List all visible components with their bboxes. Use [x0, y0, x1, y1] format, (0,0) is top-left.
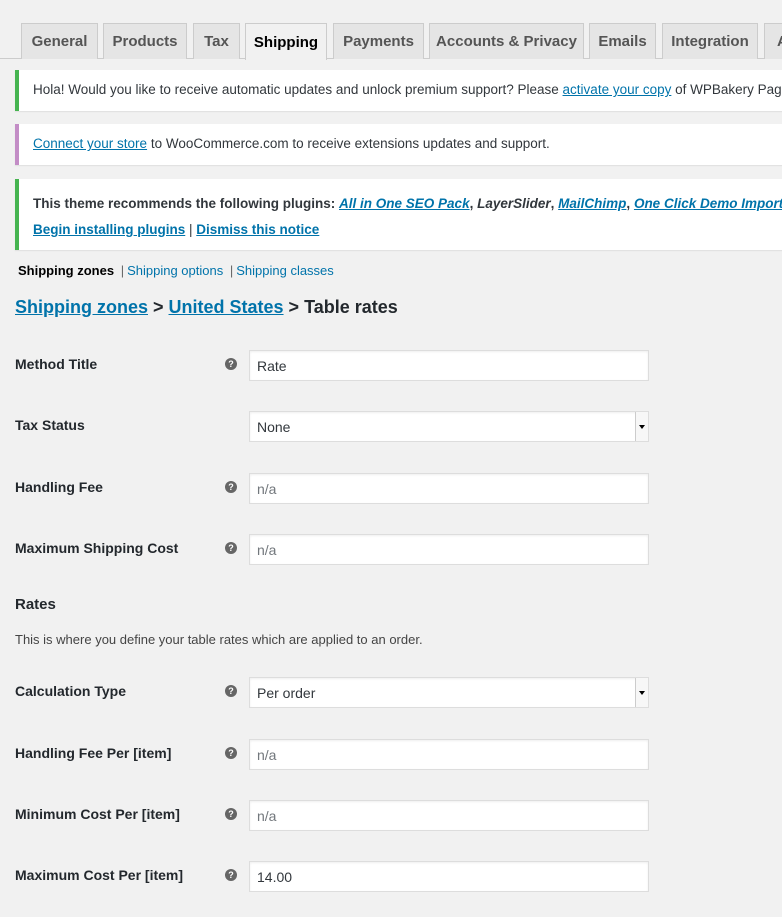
woocommerce-notice: Connect your store to WooCommerce.com to… [15, 124, 782, 165]
max-cost-per-item-label: Maximum Cost Per [item] [15, 867, 184, 883]
tax-status-label: Tax Status [15, 417, 85, 433]
max-cost-per-item-input[interactable]: 14.00 [249, 861, 649, 892]
method-title-label: Method Title [15, 356, 98, 372]
connect-store-link[interactable]: Connect your store [33, 136, 147, 151]
actions-divider: | [185, 222, 197, 237]
shipping-subnav: Shipping zones | Shipping options | Shippi… [18, 263, 334, 278]
plugin-link-one-click-demo-import[interactable]: One Click Demo Import [634, 196, 782, 211]
handling-fee-label: Handling Fee [15, 479, 103, 495]
plugin-link-all-in-one-seo[interactable]: All in One SEO Pack [339, 196, 470, 211]
tab-emails[interactable]: Emails [589, 23, 656, 59]
subnav-shipping-zones[interactable]: Shipping zones [18, 263, 114, 278]
dropdown-arrow-icon[interactable] [635, 412, 648, 441]
help-icon[interactable]: ? [225, 358, 237, 370]
method-title-input[interactable]: Rate [249, 350, 649, 381]
rates-description: This is where you define your table rate… [15, 632, 423, 647]
handling-fee-input[interactable]: n/a [249, 473, 649, 504]
begin-installing-plugins-link[interactable]: Begin installing plugins [33, 222, 185, 237]
plugin-comma-1: , [469, 196, 478, 211]
subnav-separator: | [120, 263, 125, 278]
subnav-shipping-options[interactable]: Shipping options [127, 263, 223, 278]
tab-payments[interactable]: Payments [333, 23, 424, 59]
breadcrumb: Shipping zones > United States > Table r… [15, 297, 398, 318]
subnav-shipping-classes[interactable]: Shipping classes [236, 263, 334, 278]
wpbakery-notice-message: Hola! Would you like to receive automati… [33, 82, 563, 97]
breadcrumb-separator: > [283, 297, 305, 317]
wpbakery-notice: Hola! Would you like to receive automati… [15, 70, 782, 111]
activate-copy-link[interactable]: activate your copy [563, 82, 672, 97]
plugin-name-layerslider: LayerSlider [477, 196, 551, 211]
handling-fee-per-item-label: Handling Fee Per [item] [15, 745, 172, 761]
tab-integration[interactable]: Integration [662, 23, 758, 59]
help-icon[interactable]: ? [225, 808, 237, 820]
theme-plugins-intro: This theme recommends the following plug… [33, 196, 340, 211]
breadcrumb-united-states-link[interactable]: United States [169, 297, 284, 317]
plugin-comma-3: , [626, 196, 634, 211]
wpbakery-notice-text: Hola! Would you like to receive automati… [33, 82, 782, 97]
help-icon[interactable]: ? [225, 481, 237, 493]
wpbakery-notice-tail: of WPBakery Page Builder. [675, 82, 782, 97]
dropdown-arrow-icon[interactable] [635, 678, 648, 707]
tab-general[interactable]: General [21, 23, 98, 59]
help-icon[interactable]: ? [225, 869, 237, 881]
calculation-type-label: Calculation Type [15, 683, 126, 699]
tab-products[interactable]: Products [103, 23, 187, 59]
max-shipping-cost-label: Maximum Shipping Cost [15, 540, 179, 556]
breadcrumb-current: Table rates [304, 297, 398, 317]
subnav-separator: | [229, 263, 234, 278]
tax-status-value: None [257, 418, 291, 435]
plugin-link-mailchimp[interactable]: MailChimp [558, 196, 626, 211]
tab-shipping[interactable]: Shipping [245, 23, 327, 60]
tab-advanced[interactable]: A [764, 23, 782, 59]
min-cost-per-item-label: Minimum Cost Per [item] [15, 806, 180, 822]
rates-heading: Rates [15, 596, 56, 613]
settings-tab-bar: General Products Tax Shipping Payments A… [0, 0, 782, 60]
theme-plugins-notice: This theme recommends the following plug… [15, 179, 782, 250]
min-cost-per-item-input[interactable]: n/a [249, 800, 649, 831]
tab-tax[interactable]: Tax [193, 23, 240, 59]
breadcrumb-separator: > [148, 297, 169, 317]
calculation-type-value: Per order [257, 684, 316, 701]
theme-plugins-line: This theme recommends the following plug… [33, 196, 782, 211]
woocommerce-notice-message: to WooCommerce.com to receive extensions… [147, 136, 550, 151]
woocommerce-notice-text: Connect your store to WooCommerce.com to… [33, 136, 550, 151]
handling-fee-per-item-input[interactable]: n/a [249, 739, 649, 770]
dismiss-notice-link[interactable]: Dismiss this notice [196, 222, 319, 237]
tax-status-select[interactable]: None [249, 411, 649, 442]
calculation-type-select[interactable]: Per order [249, 677, 649, 708]
help-icon[interactable]: ? [225, 747, 237, 759]
tab-accounts-privacy[interactable]: Accounts & Privacy [429, 23, 584, 59]
help-icon[interactable]: ? [225, 542, 237, 554]
max-shipping-cost-input[interactable]: n/a [249, 534, 649, 565]
theme-plugins-actions: Begin installing plugins | Dismiss this … [33, 222, 319, 237]
help-icon[interactable]: ? [225, 685, 237, 697]
breadcrumb-shipping-zones-link[interactable]: Shipping zones [15, 297, 148, 317]
